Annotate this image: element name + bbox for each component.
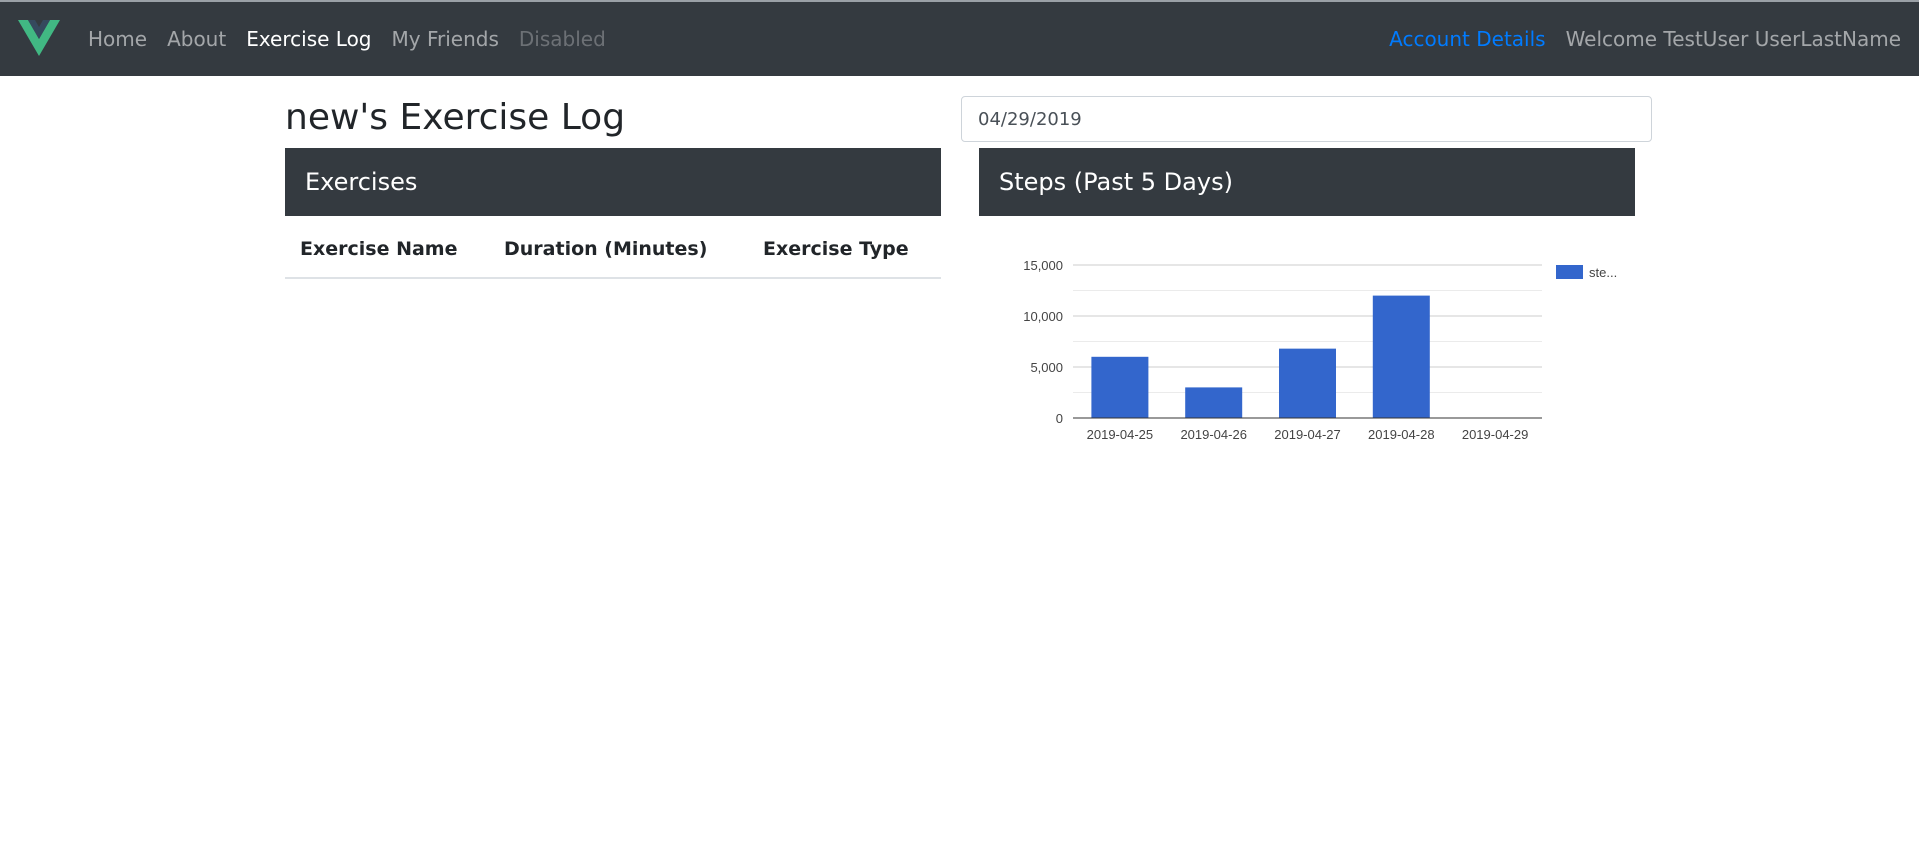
account-details-link[interactable]: Account Details xyxy=(1389,27,1545,51)
column-header-duration[interactable]: Duration (Minutes) xyxy=(504,238,707,260)
column-header-exercise-name[interactable]: Exercise Name xyxy=(300,238,457,260)
x-tick-label: 2019-04-29 xyxy=(1462,427,1529,442)
x-tick-label: 2019-04-25 xyxy=(1087,427,1154,442)
bar-2019-04-27 xyxy=(1279,348,1336,418)
page-title: new's Exercise Log xyxy=(285,97,626,138)
steps-header-title: Steps (Past 5 Days) xyxy=(999,168,1233,196)
steps-card-header: Steps (Past 5 Days) xyxy=(979,148,1635,216)
exercises-header-title: Exercises xyxy=(305,168,418,196)
legend-swatch xyxy=(1556,265,1583,279)
y-tick-label: 10,000 xyxy=(1023,309,1063,324)
nav-home-link[interactable]: Home xyxy=(88,27,147,51)
steps-bar-chart: 0 5,000 10,000 15,000 2019-04-25 2019-04-26 20… xyxy=(1023,258,1617,442)
y-tick-label: 15,000 xyxy=(1023,258,1063,273)
top-navbar: Home About Exercise Log My Friends Disab… xyxy=(0,2,1919,76)
nav-my-friends-link[interactable]: My Friends xyxy=(392,27,499,51)
x-tick-label: 2019-04-26 xyxy=(1180,427,1247,442)
nav-exercise-log-link[interactable]: Exercise Log xyxy=(246,27,371,51)
bar-2019-04-25 xyxy=(1091,356,1149,418)
date-input[interactable] xyxy=(961,96,1652,142)
exercise-table-header: Exercise Name Duration (Minutes) Exercis… xyxy=(285,216,941,279)
y-tick-label: 0 xyxy=(1056,411,1063,426)
bar-2019-04-28 xyxy=(1372,295,1430,418)
x-tick-label: 2019-04-28 xyxy=(1368,427,1435,442)
nav-user-area: Account Details Welcome TestUser UserLas… xyxy=(1389,2,1901,76)
x-tick-label: 2019-04-27 xyxy=(1274,427,1341,442)
vue-logo-icon[interactable] xyxy=(18,20,60,58)
welcome-text: Welcome TestUser UserLastName xyxy=(1565,27,1901,51)
column-header-exercise-type[interactable]: Exercise Type xyxy=(763,238,909,260)
bar-2019-04-26 xyxy=(1185,387,1243,418)
exercises-card-header: Exercises xyxy=(285,148,941,216)
nav-disabled-link: Disabled xyxy=(518,27,606,51)
legend-label: ste... xyxy=(1589,265,1617,280)
y-tick-label: 5,000 xyxy=(1030,360,1063,375)
nav-links: Home About Exercise Log My Friends Disab… xyxy=(88,2,626,76)
nav-about-link[interactable]: About xyxy=(167,27,226,51)
